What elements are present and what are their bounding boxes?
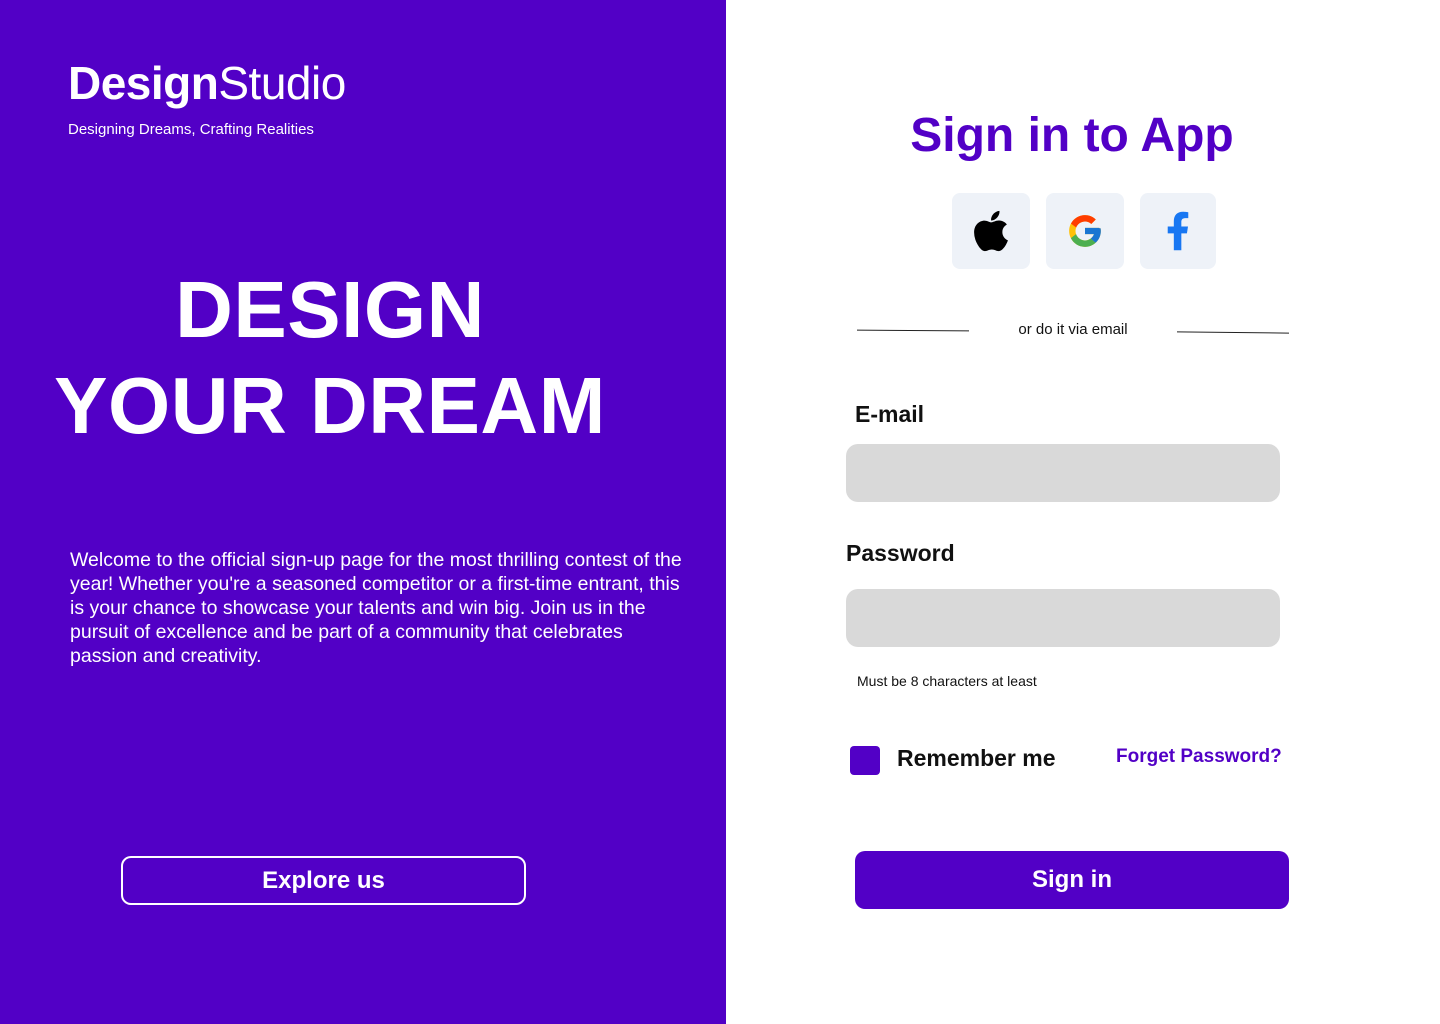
remember-me-label[interactable]: Remember me bbox=[897, 743, 1056, 773]
email-label: E-mail bbox=[855, 401, 925, 427]
apple-icon bbox=[974, 210, 1008, 252]
brand-tagline: Designing Dreams, Crafting Realities bbox=[68, 121, 314, 138]
brand-logo: DesignStudio bbox=[68, 56, 346, 110]
explore-button[interactable]: Explore us bbox=[121, 856, 526, 905]
facebook-icon bbox=[1167, 211, 1189, 251]
password-hint: Must be 8 characters at least bbox=[857, 673, 1037, 689]
signin-button[interactable]: Sign in bbox=[855, 851, 1289, 909]
signin-title: Sign in to App bbox=[910, 109, 1234, 162]
brand-name-bold: Design bbox=[68, 57, 219, 109]
remember-me-checkbox[interactable] bbox=[850, 746, 880, 775]
hero-line-2: YOUR DREAM bbox=[54, 361, 606, 450]
forgot-password-link[interactable]: Forget Password? bbox=[1116, 745, 1282, 769]
password-label: Password bbox=[846, 540, 955, 566]
google-signin-button[interactable] bbox=[1046, 193, 1124, 269]
divider-line-right bbox=[1176, 331, 1290, 334]
hero-line-1: DESIGN bbox=[175, 265, 485, 354]
password-field[interactable] bbox=[846, 589, 1280, 647]
promo-description: Welcome to the official sign-up page for… bbox=[70, 549, 682, 667]
apple-signin-button[interactable] bbox=[952, 193, 1030, 269]
brand-name-regular: Studio bbox=[218, 57, 346, 109]
divider-line-left bbox=[856, 329, 970, 332]
facebook-signin-button[interactable] bbox=[1140, 193, 1216, 269]
email-field[interactable] bbox=[846, 444, 1280, 502]
hero-heading: DESIGN YOUR DREAM bbox=[0, 262, 660, 454]
signin-panel: Sign in to App or do it via email E-mail… bbox=[726, 0, 1440, 1024]
promo-panel: DesignStudio Designing Dreams, Crafting … bbox=[0, 0, 726, 1024]
google-icon bbox=[1069, 215, 1101, 247]
divider-text: or do it via email bbox=[1018, 321, 1128, 338]
